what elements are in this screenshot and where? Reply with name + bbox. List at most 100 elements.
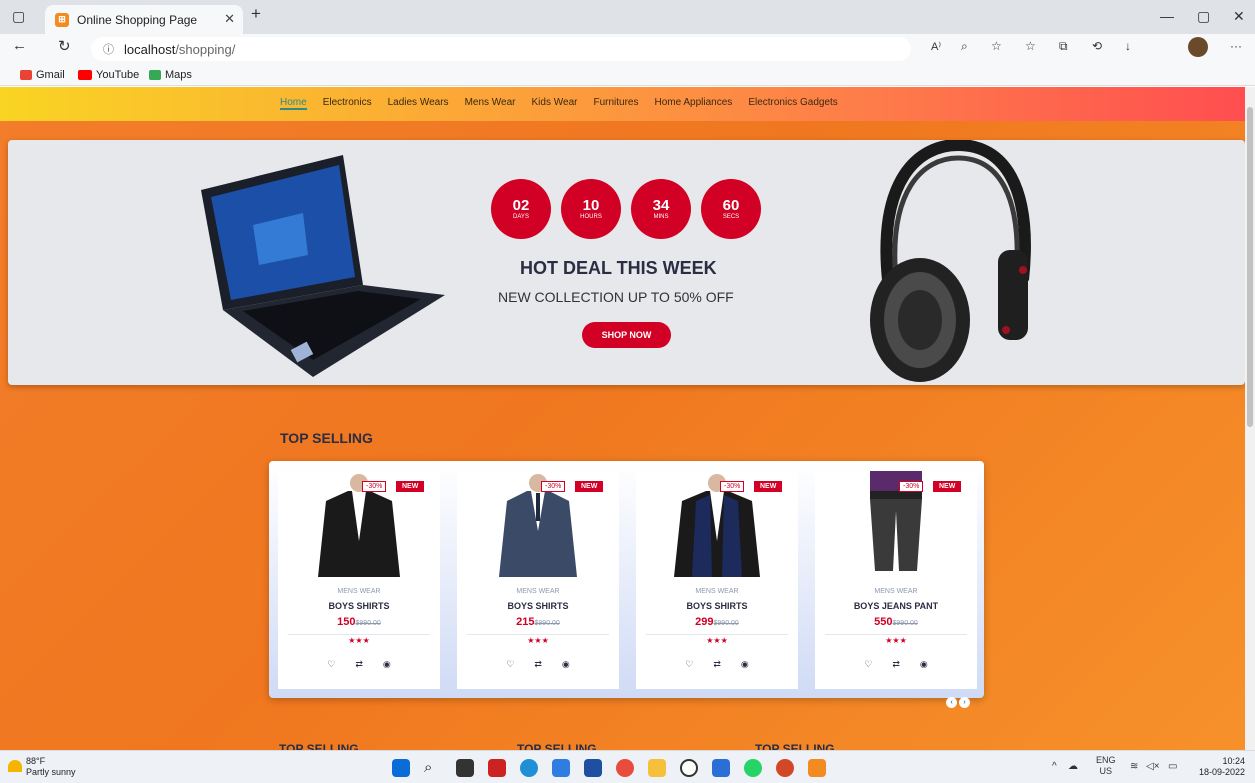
nav-kids-wear[interactable]: Kids Wear <box>532 97 578 110</box>
product-name[interactable]: BOYS SHIRTS <box>457 601 619 611</box>
edge-icon[interactable] <box>520 759 538 777</box>
time: 10:24 <box>1222 756 1245 766</box>
product-name[interactable]: BOYS SHIRTS <box>278 601 440 611</box>
maps-icon <box>149 70 161 80</box>
favorites-icon[interactable]: ☆ <box>1025 39 1036 53</box>
onedrive-icon[interactable]: ☁ <box>1068 761 1078 772</box>
restore-icon[interactable]: ▢ <box>1197 8 1210 25</box>
youtube-icon <box>78 70 92 80</box>
favorite-icon[interactable]: ☆ <box>991 39 1002 53</box>
wishlist-icon[interactable]: ♡ <box>685 659 693 670</box>
product-card[interactable]: -30% NEW MENS WEAR BOYS SHIRTS 299$990.0… <box>636 471 798 689</box>
language-indicator[interactable]: ENG US <box>1096 755 1116 777</box>
url-field[interactable]: ⓘ localhost/shopping/ <box>91 37 911 61</box>
shop-now-button[interactable]: SHOP NOW <box>582 322 671 348</box>
close-window-icon[interactable]: ✕ <box>1233 8 1245 25</box>
carousel-controls: ‹ › <box>946 697 970 708</box>
compare-icon[interactable]: ⇄ <box>713 659 721 670</box>
quick-view-icon[interactable]: ◉ <box>562 659 570 670</box>
powerpoint-icon[interactable] <box>776 759 794 777</box>
bookmark-maps[interactable]: Maps <box>149 69 192 81</box>
nav-mens-wear[interactable]: Mens Wear <box>465 97 516 110</box>
search-icon[interactable]: ⌕ <box>424 759 442 777</box>
refresh-icon[interactable]: ↻ <box>58 37 71 55</box>
countdown-number: 02 <box>512 197 530 214</box>
wishlist-icon[interactable]: ♡ <box>864 659 872 670</box>
bookmark-gmail[interactable]: Gmail <box>20 69 65 81</box>
rating-stars: ★★★ <box>348 636 370 645</box>
product-card[interactable]: -30% NEW MENS WEAR BOYS SHIRTS 215$990.0… <box>457 471 619 689</box>
language: ENG <box>1096 755 1116 765</box>
start-icon[interactable] <box>392 759 410 777</box>
wishlist-icon[interactable]: ♡ <box>506 659 514 670</box>
nav-home[interactable]: Home <box>280 97 307 110</box>
weather-condition: Partly sunny <box>26 767 76 777</box>
page-scrollbar[interactable] <box>1245 87 1255 750</box>
compare-icon[interactable]: ⇄ <box>892 659 900 670</box>
weather-icon <box>8 760 22 772</box>
file-explorer-icon[interactable] <box>648 759 666 777</box>
product-name[interactable]: BOYS JEANS PANT <box>815 601 977 611</box>
weather-widget[interactable]: 88°F Partly sunny <box>26 756 76 778</box>
product-card[interactable]: -30% NEW MENS WEAR BOYS SHIRTS 150$990.0… <box>278 471 440 689</box>
new-tab-icon[interactable]: + <box>251 4 261 24</box>
history-icon[interactable]: ⟲ <box>1092 39 1102 53</box>
nav-electronics-gadgets[interactable]: Electronics Gadgets <box>748 97 838 110</box>
back-icon[interactable]: ← <box>12 37 27 54</box>
chrome-icon[interactable] <box>616 759 634 777</box>
tray-chevron-icon[interactable]: ^ <box>1052 761 1057 772</box>
browser-tab[interactable]: ⊞ Online Shopping Page ✕ <box>45 5 243 34</box>
nav-electronics[interactable]: Electronics <box>323 97 372 110</box>
todo-icon[interactable] <box>552 759 570 777</box>
mcafee-icon[interactable] <box>488 759 506 777</box>
product-card[interactable]: -30% NEW MENS WEAR BOYS JEANS PANT 550$9… <box>815 471 977 689</box>
clock[interactable]: 10:24 18-09-2022 <box>1199 756 1245 778</box>
profile-avatar[interactable] <box>1188 37 1208 57</box>
tab-actions-icon[interactable]: ▢ <box>12 8 25 25</box>
store-icon[interactable] <box>584 759 602 777</box>
collections-icon[interactable]: ⧉ <box>1059 39 1068 54</box>
sale-badge: -30% <box>720 481 745 492</box>
countdown-number: 10 <box>582 197 600 214</box>
wifi-icon[interactable]: ≋ <box>1130 761 1138 772</box>
task-view-icon[interactable] <box>456 759 474 777</box>
compare-icon[interactable]: ⇄ <box>355 659 363 670</box>
quick-view-icon[interactable]: ◉ <box>741 659 749 670</box>
scrollbar-thumb[interactable] <box>1247 107 1253 427</box>
volume-icon[interactable]: ◁× <box>1146 761 1160 772</box>
xampp-icon[interactable] <box>808 759 826 777</box>
app-icon[interactable] <box>712 759 730 777</box>
sale-badge: -30% <box>362 481 387 492</box>
bookmark-label: Maps <box>165 69 192 81</box>
whatsapp-icon[interactable] <box>744 759 762 777</box>
carousel-next-icon[interactable]: › <box>959 697 970 708</box>
downloads-icon[interactable]: ↓ <box>1125 39 1131 53</box>
carousel-prev-icon[interactable]: ‹ <box>946 697 957 708</box>
nav-home-appliances[interactable]: Home Appliances <box>654 97 732 110</box>
quick-view-icon[interactable]: ◉ <box>383 659 391 670</box>
product-name[interactable]: BOYS SHIRTS <box>636 601 798 611</box>
product-price: 150 <box>337 616 356 628</box>
taskbar: 88°F Partly sunny ⌕ ^ ☁ ENG US ≋ ◁× ▭ 10:2… <box>0 750 1255 783</box>
product-price-row: 215$990.00 <box>457 616 619 628</box>
read-aloud-icon[interactable]: A⁾ <box>931 40 941 53</box>
minimize-icon[interactable]: — <box>1160 8 1174 24</box>
product-actions: ♡ ⇄ ◉ <box>278 659 440 670</box>
tab-title: Online Shopping Page <box>77 12 198 27</box>
nav-furnitures[interactable]: Furnitures <box>593 97 638 110</box>
quick-view-icon[interactable]: ◉ <box>920 659 928 670</box>
bookmark-youtube[interactable]: YouTube <box>78 69 139 81</box>
dell-icon[interactable] <box>680 759 698 777</box>
wishlist-icon[interactable]: ♡ <box>327 659 335 670</box>
compare-icon[interactable]: ⇄ <box>534 659 542 670</box>
product-old-price: $990.00 <box>355 620 381 627</box>
battery-icon[interactable]: ▭ <box>1168 761 1177 772</box>
url-path: /shopping/ <box>175 41 236 57</box>
more-icon[interactable]: ··· <box>1230 39 1242 53</box>
info-icon[interactable]: ⓘ <box>103 41 114 57</box>
close-tab-icon[interactable]: ✕ <box>224 11 235 27</box>
product-price: 550 <box>874 616 893 628</box>
countdown-number: 60 <box>722 197 740 214</box>
nav-ladies-wears[interactable]: Ladies Wears <box>388 97 449 110</box>
zoom-icon[interactable]: ⌕ <box>961 39 968 54</box>
